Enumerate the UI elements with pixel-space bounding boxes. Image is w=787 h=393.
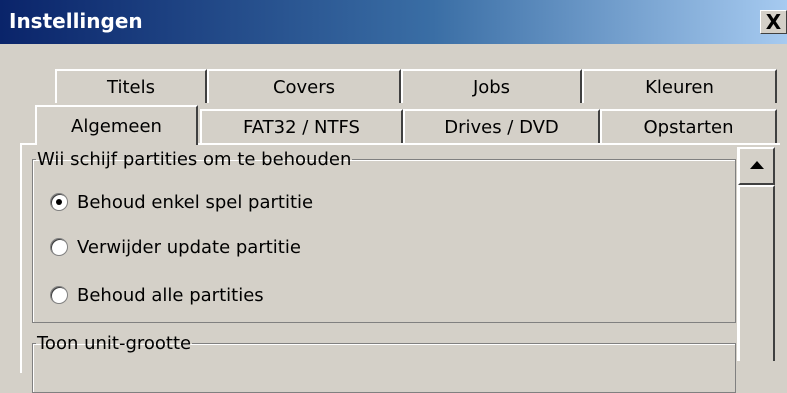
radio-label: Verwijder update partitie (77, 236, 301, 258)
close-button[interactable]: X (760, 10, 787, 34)
tab-label: Titels (107, 76, 155, 98)
tab-label: Covers (272, 76, 336, 98)
radio-remove-update-partition[interactable]: Verwijder update partitie (50, 234, 301, 260)
tab-kleuren[interactable]: Kleuren (582, 69, 777, 103)
scroll-thumb[interactable] (738, 185, 775, 361)
radio-button-checked[interactable] (50, 193, 68, 211)
tab-label: Opstarten (643, 116, 734, 138)
tab-label: Algemeen (71, 115, 162, 137)
tab-algemeen[interactable]: Algemeen (35, 105, 198, 145)
tab-label: Drives / DVD (444, 116, 559, 138)
tab-label: Jobs (472, 76, 511, 98)
radio-keep-all-partitions[interactable]: Behoud alle partities (50, 282, 264, 308)
unit-size-group-legend: Toon unit-grootte (37, 333, 192, 354)
tab-opstarten[interactable]: Opstarten (600, 109, 777, 143)
tab-titels[interactable]: Titels (55, 69, 207, 103)
tab-label: FAT32 / NTFS (243, 116, 360, 138)
tab-jobs[interactable]: Jobs (401, 69, 582, 103)
tab-covers[interactable]: Covers (207, 69, 401, 103)
window-title: Instellingen (9, 9, 143, 33)
tab-drives-dvd[interactable]: Drives / DVD (403, 109, 600, 143)
radio-button[interactable] (50, 238, 68, 256)
radio-label: Behoud alle partities (77, 284, 264, 306)
vertical-scrollbar[interactable] (737, 147, 775, 361)
tab-label: Kleuren (645, 76, 714, 98)
tab-fat32-ntfs[interactable]: FAT32 / NTFS (200, 109, 403, 143)
close-icon: X (765, 10, 782, 34)
scroll-up-arrow-icon[interactable] (738, 147, 775, 185)
radio-keep-game-partition[interactable]: Behoud enkel spel partitie (50, 189, 313, 215)
title-bar: Instellingen X (0, 0, 787, 44)
radio-label: Behoud enkel spel partitie (77, 191, 314, 213)
unit-size-group: Toon unit-grootte (32, 333, 736, 393)
radio-button[interactable] (50, 286, 68, 304)
partitions-group-legend: Wii schijf partities om te behouden (37, 149, 352, 170)
